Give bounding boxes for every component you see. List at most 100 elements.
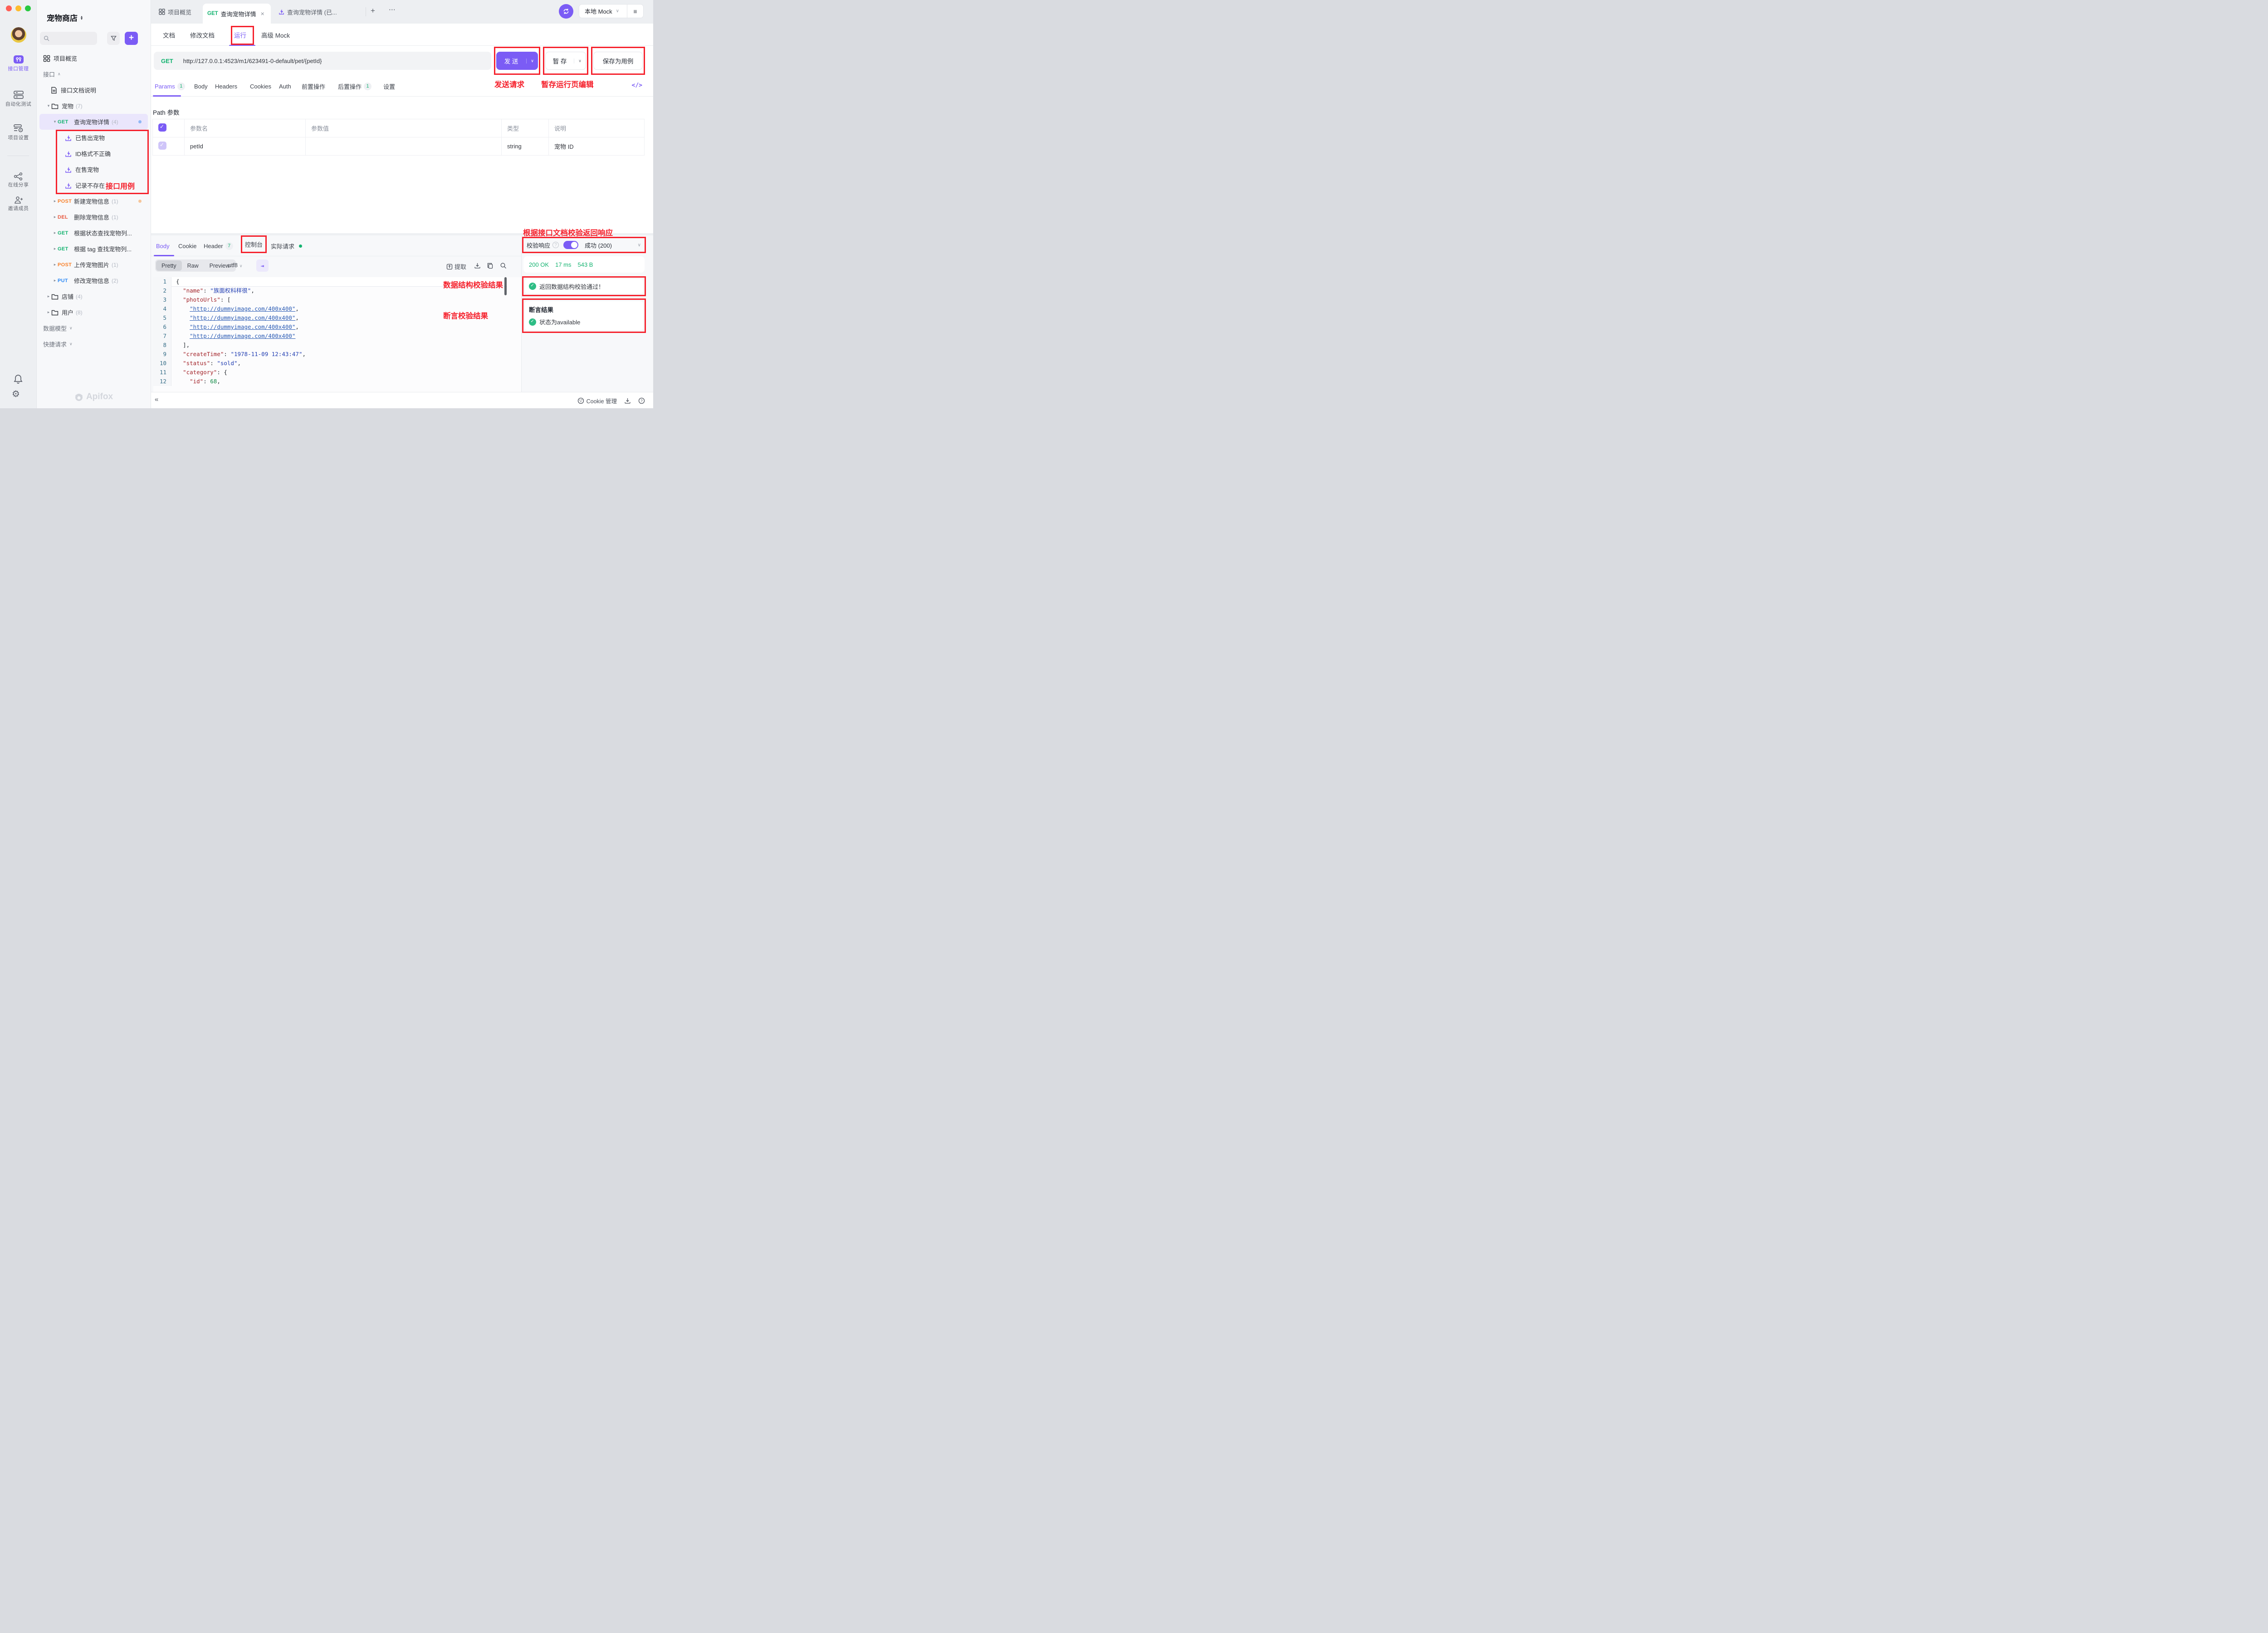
- sidebar-item-doc[interactable]: M接口文档说明: [39, 82, 148, 98]
- resptab-console[interactable]: 控制台: [241, 235, 267, 256]
- sidebar-item-case[interactable]: 已售出宠物: [39, 130, 148, 146]
- sidebar-item-folder[interactable]: ▸店铺(4): [39, 288, 148, 304]
- minimize-window-icon[interactable]: [15, 5, 21, 11]
- sidebar-item-folder[interactable]: ▾宠物(7): [39, 98, 148, 114]
- avatar[interactable]: [11, 27, 26, 43]
- word-wrap-icon[interactable]: ⇥: [256, 259, 269, 272]
- copy-response-icon[interactable]: [487, 262, 494, 269]
- sidebar-section[interactable]: 数据模型∨: [39, 320, 148, 336]
- sidebar-section[interactable]: 接口∧: [39, 66, 148, 82]
- sidebar-section[interactable]: 快捷请求∨: [39, 336, 148, 352]
- close-tab-icon[interactable]: ×: [261, 10, 264, 17]
- cookie-manager-button[interactable]: Cookie 管理: [577, 396, 617, 405]
- generate-code-icon[interactable]: </>: [632, 82, 642, 89]
- caret-icon[interactable]: ▾: [52, 119, 58, 124]
- reqtab-body[interactable]: Body: [194, 76, 208, 97]
- tab-case[interactable]: 查询宠物详情 (已...: [274, 0, 342, 24]
- search-response-icon[interactable]: [500, 262, 507, 269]
- caret-icon[interactable]: ▸: [52, 230, 58, 235]
- reqtab-settings[interactable]: 设置: [383, 76, 395, 97]
- help-circle-icon[interactable]: ?: [552, 242, 559, 248]
- rail-item-project-settings[interactable]: 项目设置: [0, 123, 37, 141]
- resptab-cookie[interactable]: Cookie: [178, 235, 196, 256]
- rail-item-share[interactable]: 在线分享: [0, 172, 37, 188]
- reqtab-auth[interactable]: Auth: [279, 76, 291, 97]
- reqtab-params[interactable]: Params1: [155, 76, 185, 97]
- project-switcher[interactable]: 宠物商店 ▴▾: [47, 12, 83, 23]
- extract-button[interactable]: 提取: [446, 262, 466, 271]
- sync-button[interactable]: [559, 4, 573, 19]
- caret-icon[interactable]: ▸: [52, 278, 58, 283]
- sidebar-item-overview[interactable]: 项目概览: [39, 50, 148, 66]
- subnav-doc[interactable]: 文档: [163, 24, 175, 46]
- reqtab-pre-ops[interactable]: 前置操作: [302, 76, 325, 97]
- encoding-select[interactable]: utf8∨: [228, 262, 242, 269]
- resptab-header[interactable]: Header7: [204, 235, 233, 256]
- tab-project-overview[interactable]: 项目概览: [154, 0, 196, 24]
- caret-icon[interactable]: ▸: [52, 262, 58, 267]
- download-response-icon[interactable]: [474, 262, 481, 269]
- send-dropdown-icon[interactable]: ∨: [526, 59, 538, 64]
- chevron-up-icon[interactable]: ∧: [58, 72, 61, 77]
- settings-gear-icon[interactable]: ⚙: [12, 388, 20, 400]
- param-desc-cell[interactable]: 宠物 ID: [549, 137, 645, 156]
- new-tab-button[interactable]: +: [371, 6, 375, 15]
- close-window-icon[interactable]: [6, 5, 12, 11]
- env-menu-icon[interactable]: ≡: [627, 5, 643, 18]
- resptab-body[interactable]: Body: [156, 235, 170, 256]
- notifications-bell-icon[interactable]: [13, 374, 24, 385]
- sidebar-item-api[interactable]: ▸GET根据状态查找宠物列...: [39, 225, 148, 241]
- rail-item-auto-test[interactable]: 自动化测试: [0, 90, 37, 107]
- caret-icon[interactable]: ▸: [52, 215, 58, 220]
- caret-icon[interactable]: ▸: [46, 294, 51, 299]
- validate-status-select[interactable]: 成功 (200): [585, 241, 612, 249]
- checkbox-checked[interactable]: [158, 123, 166, 132]
- caret-icon[interactable]: ▾: [46, 103, 51, 108]
- param-value-cell[interactable]: [306, 137, 502, 156]
- rail-item-invite[interactable]: 邀请成员: [0, 196, 37, 211]
- add-api-button[interactable]: +: [125, 32, 138, 45]
- chevron-down-icon[interactable]: ∨: [69, 326, 73, 331]
- chevron-down-icon[interactable]: ∨: [69, 342, 73, 347]
- stash-button[interactable]: 暂 存 ∨: [545, 52, 586, 70]
- caret-icon[interactable]: ▸: [52, 246, 58, 251]
- code-scrollbar[interactable]: [504, 277, 507, 295]
- caret-icon[interactable]: ▸: [52, 199, 58, 204]
- view-pretty[interactable]: Pretty: [156, 260, 182, 271]
- filter-button[interactable]: [107, 32, 120, 45]
- sidebar-item-api[interactable]: ▾GET查询宠物详情(4): [39, 114, 148, 130]
- export-icon[interactable]: [624, 397, 631, 404]
- help-icon[interactable]: ?: [638, 397, 645, 404]
- sidebar-item-case[interactable]: 记录不存在接口用例: [39, 177, 148, 193]
- param-name-cell[interactable]: petId: [185, 137, 306, 156]
- save-as-case-button[interactable]: 保存为用例: [593, 52, 643, 70]
- rail-item-api-manage[interactable]: 接口管理: [0, 54, 37, 72]
- search-input[interactable]: [40, 32, 97, 45]
- view-raw[interactable]: Raw: [182, 260, 204, 271]
- url-input[interactable]: GET http://127.0.0.1:4523/m1/623491-0-de…: [154, 52, 491, 70]
- send-button[interactable]: 发 送 ∨: [496, 52, 538, 70]
- validate-toggle[interactable]: [563, 241, 578, 249]
- sidebar-item-case[interactable]: ID格式不正确: [39, 146, 148, 161]
- sidebar-item-api[interactable]: ▸POST上传宠物图片(1): [39, 257, 148, 273]
- param-type-cell[interactable]: string: [502, 137, 549, 156]
- resptab-actual-request[interactable]: 实际请求: [271, 235, 302, 256]
- reqtab-cookies[interactable]: Cookies: [250, 76, 271, 97]
- zoom-window-icon[interactable]: [25, 5, 31, 11]
- subnav-advanced-mock[interactable]: 高级 Mock: [261, 24, 290, 46]
- reqtab-headers[interactable]: Headers: [215, 76, 237, 97]
- sidebar-item-api[interactable]: ▸PUT修改宠物信息(2): [39, 273, 148, 288]
- subnav-edit-doc[interactable]: 修改文档: [190, 24, 215, 46]
- sidebar-item-api[interactable]: ▸GET根据 tag 查找宠物列...: [39, 241, 148, 257]
- reqtab-post-ops[interactable]: 后置操作1: [338, 76, 371, 97]
- tab-active-api[interactable]: GET 查询宠物详情 ×: [203, 4, 271, 24]
- sidebar-item-api[interactable]: ▸POST新建宠物信息(1): [39, 193, 148, 209]
- collapse-sidebar-icon[interactable]: «: [155, 396, 158, 403]
- tab-more-button[interactable]: ⋯: [389, 5, 396, 14]
- checkbox-checked-disabled[interactable]: [158, 142, 166, 150]
- env-select[interactable]: 本地 Mock ∨ ≡: [579, 4, 644, 18]
- sidebar-item-api[interactable]: ▸DEL删除宠物信息(1): [39, 209, 148, 225]
- sidebar-item-folder[interactable]: ▸用户(8): [39, 304, 148, 320]
- stash-dropdown-icon[interactable]: ∨: [574, 59, 586, 64]
- sidebar-item-case[interactable]: 在售宠物: [39, 161, 148, 177]
